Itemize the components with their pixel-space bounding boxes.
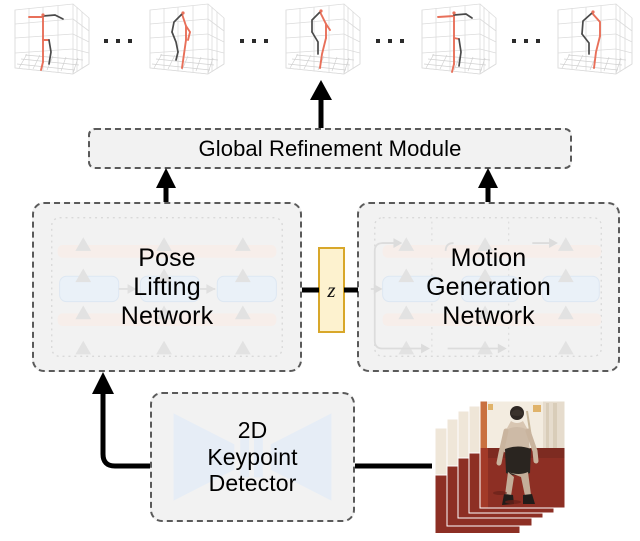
sequence-ellipsis-4 — [512, 36, 540, 46]
pose-plot-4 — [412, 2, 500, 88]
pose-lifting-network[interactable]: Pose Lifting Network — [32, 202, 302, 372]
keypoint-detector-label: 2D Keypoint Detector — [207, 416, 298, 497]
motion-generation-network-label: Motion Generation Network — [426, 243, 551, 330]
pose-plot-2 — [140, 2, 228, 88]
global-refinement-module[interactable]: Global Refinement Module — [88, 128, 572, 169]
keypoint-detector-to-pose-lifting-arrow — [92, 372, 150, 469]
latent-variable-z-label: z — [327, 277, 336, 302]
pose-plot-5 — [548, 2, 636, 88]
pose-plot-3 — [276, 2, 364, 88]
video-frame-stack[interactable] — [425, 393, 570, 533]
motion-generation-to-global-refinement-arrow — [478, 168, 498, 202]
figure-canvas: Global Refinement Module Pose Lifting Ne… — [0, 0, 640, 541]
pose-lifting-to-global-refinement-arrow — [156, 168, 176, 202]
motion-generation-network[interactable]: Motion Generation Network — [357, 202, 620, 372]
global-refinement-module-label: Global Refinement Module — [198, 135, 462, 161]
pose-lifting-network-label: Pose Lifting Network — [120, 243, 214, 330]
sequence-ellipsis-1 — [104, 36, 132, 46]
3d-pose-sequence — [0, 0, 640, 100]
pose-plot-1 — [5, 2, 93, 88]
sequence-ellipsis-2 — [240, 36, 268, 46]
keypoint-detector[interactable]: 2D Keypoint Detector — [150, 392, 355, 522]
latent-variable-z[interactable]: z — [318, 247, 345, 333]
sequence-ellipsis-3 — [376, 36, 404, 46]
